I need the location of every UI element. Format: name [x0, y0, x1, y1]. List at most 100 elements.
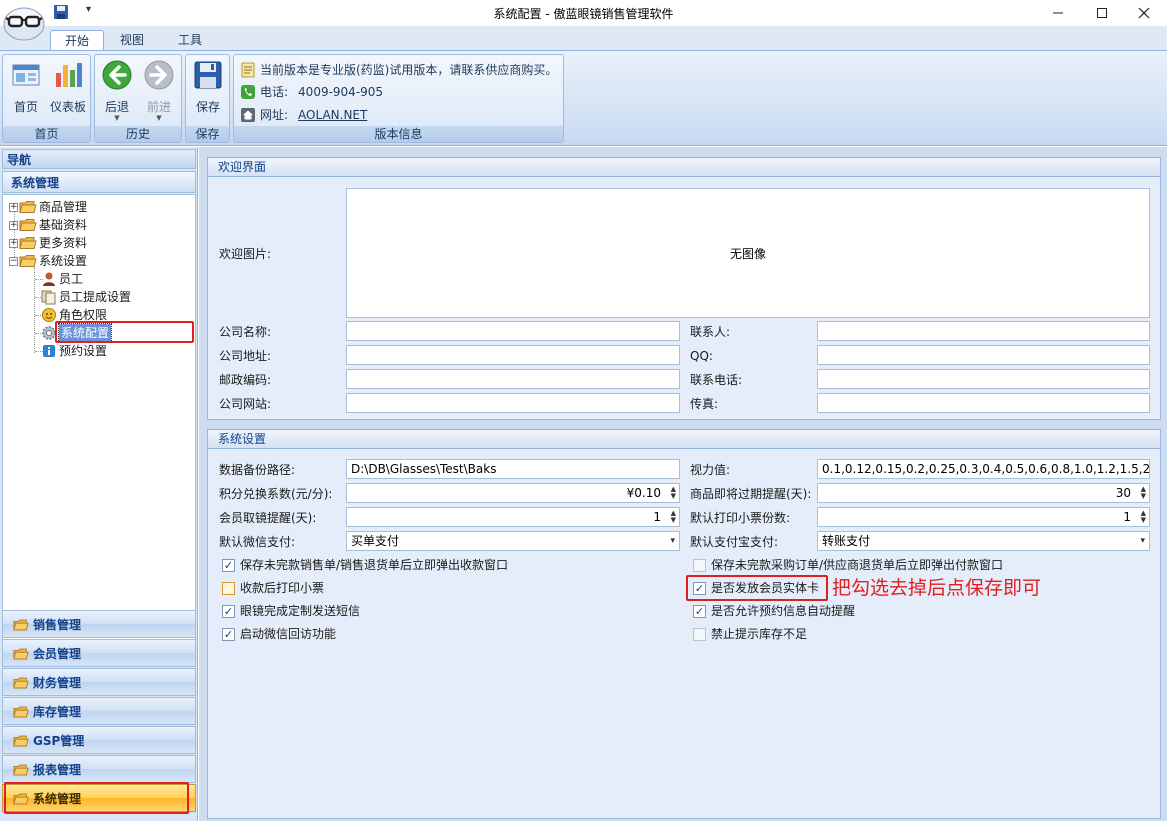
document-stack-icon — [41, 290, 56, 305]
alipay-label: 默认支付宝支付: — [690, 535, 779, 549]
tree-item-basic[interactable]: + 基础资料 — [9, 216, 87, 234]
checkbox-save-unfinished-sales[interactable]: ✓ 保存未完款销售单/销售退货单后立即弹出收款窗口 — [222, 556, 508, 574]
folder-icon — [13, 648, 29, 660]
welcome-image-label: 欢迎图片: — [219, 247, 272, 261]
version-phone: 电话: 4009-904-905 — [240, 82, 383, 102]
save-button[interactable]: 保存 — [188, 59, 228, 123]
nav-button-stock[interactable]: 库存管理 — [2, 697, 196, 725]
company-name-input[interactable] — [346, 321, 680, 341]
expand-icon[interactable]: + — [9, 220, 18, 230]
folder-open-icon — [19, 255, 37, 267]
nav-button-finance[interactable]: 财务管理 — [2, 668, 196, 696]
highlight-box-sysconfig — [55, 321, 194, 343]
tree-item-settings[interactable]: − 系统设置 — [9, 252, 87, 270]
checkbox-sms-on-completion[interactable]: ✓ 眼镜完成定制发送短信 — [222, 602, 360, 620]
navigation-pane: 导航 系统管理 + 商品管理 + 基础资料 + 更多资料 − 系统设置 员工 员… — [0, 147, 198, 821]
app-logo-icon[interactable] — [2, 2, 46, 42]
nav-tree: + 商品管理 + 基础资料 + 更多资料 − 系统设置 员工 员工提成设置 角色… — [2, 194, 196, 648]
tab-tools[interactable]: 工具 — [164, 30, 216, 50]
checkbox-mark[interactable]: ✓ — [693, 604, 706, 618]
info-icon — [43, 345, 55, 357]
tree-item-employee[interactable]: 员工 — [41, 270, 83, 288]
ribbon-group-history: 后退 ▼ 前进 ▼ 历史 — [94, 54, 182, 143]
collapse-icon[interactable]: − — [9, 256, 18, 266]
title-bar: ▾ 系统配置 - 傲蓝眼镜销售管理软件 — [0, 0, 1167, 26]
highlight-box-member-card — [686, 575, 828, 601]
nav-button-report[interactable]: 报表管理 — [2, 755, 196, 783]
checkbox-save-unfinished-purchase[interactable]: 保存未完款采购订单/供应商退货单后立即弹出付款窗口 — [693, 556, 1003, 574]
close-button[interactable] — [1121, 0, 1167, 26]
maximize-button[interactable] — [1079, 0, 1125, 26]
wechat-pay-select[interactable]: 买单支付 ▾ — [346, 531, 680, 551]
folder-icon — [13, 677, 29, 689]
checkbox-mark[interactable]: ✓ — [222, 627, 235, 641]
backup-path-input[interactable]: D:\DB\Glasses\Test\Baks — [346, 459, 680, 479]
vision-input[interactable]: 0.1,0.12,0.15,0.2,0.25,0.3,0.4,0.5,0.6,0… — [817, 459, 1150, 479]
tree-item-goods[interactable]: + 商品管理 — [9, 198, 87, 216]
tree-item-more[interactable]: + 更多资料 — [9, 234, 87, 252]
spin-arrows-icon[interactable]: ▲ ▼ — [1141, 486, 1146, 500]
nav-button-sales[interactable]: 销售管理 — [2, 610, 196, 638]
checkbox-mark[interactable] — [222, 581, 235, 595]
nav-header: 导航 — [2, 149, 196, 169]
checkbox-allow-booking-reminder[interactable]: ✓ 是否允许预约信息自动提醒 — [693, 602, 855, 620]
dropdown-arrow-icon[interactable]: ▾ — [670, 532, 675, 550]
receipt-copies-input[interactable]: 1 ▲ ▼ — [817, 507, 1150, 527]
checkbox-disable-stock-warning[interactable]: 禁止提示库存不足 — [693, 625, 807, 643]
ribbon-tab-row: 开始 视图 工具 — [0, 26, 1167, 50]
tree-item-booking[interactable]: 预约设置 — [41, 342, 107, 360]
qq-input[interactable] — [817, 345, 1150, 365]
ribbon-group-home: 首页 仪表板 首页 — [2, 54, 91, 143]
alipay-select[interactable]: 转账支付 ▾ — [817, 531, 1150, 551]
expiry-label: 商品即将过期提醒(天): — [690, 487, 812, 501]
website-link[interactable]: AOLAN.NET — [298, 105, 367, 125]
forward-button[interactable]: 前进 ▼ — [139, 59, 179, 123]
pickup-reminder-input[interactable]: 1 ▲ ▼ — [346, 507, 680, 527]
checkbox-mark[interactable]: ✓ — [222, 604, 235, 618]
welcome-image-box[interactable]: 无图像 — [346, 188, 1150, 318]
postcode-input[interactable] — [346, 369, 680, 389]
contact-label: 联系人: — [690, 325, 731, 339]
dashboard-button[interactable]: 仪表板 — [48, 59, 88, 123]
home-icon — [12, 64, 40, 86]
tab-view[interactable]: 视图 — [106, 30, 158, 50]
checkbox-mark[interactable] — [693, 627, 706, 641]
note-icon — [241, 62, 255, 78]
phone-icon — [241, 85, 255, 99]
fax-input[interactable] — [817, 393, 1150, 413]
expand-icon[interactable]: + — [9, 238, 18, 248]
company-address-label: 公司地址: — [219, 349, 272, 363]
receipt-copies-label: 默认打印小票份数: — [690, 511, 791, 525]
folder-icon — [19, 219, 37, 231]
user-icon — [43, 272, 55, 286]
nav-button-gsp[interactable]: GSP管理 — [2, 726, 196, 754]
expiry-input[interactable]: 30 ▲ ▼ — [817, 483, 1150, 503]
checkbox-wechat-revisit[interactable]: ✓ 启动微信回访功能 — [222, 625, 336, 643]
contact-phone-input[interactable] — [817, 369, 1150, 389]
minimize-button[interactable] — [1035, 0, 1081, 26]
points-ratio-input[interactable]: ¥0.10 ▲ ▼ — [346, 483, 680, 503]
dropdown-arrow-icon[interactable]: ▾ — [1140, 532, 1145, 550]
spin-arrows-icon[interactable]: ▲ ▼ — [671, 510, 676, 524]
back-arrow-icon — [102, 60, 132, 90]
ribbon: 首页 仪表板 首页 后退 ▼ 前进 ▼ 历史 保存 保存 当前版本是专业版(药监… — [0, 50, 1167, 146]
back-button[interactable]: 后退 ▼ — [97, 59, 137, 123]
ribbon-group-version-label: 版本信息 — [234, 126, 563, 142]
fax-label: 传真: — [690, 397, 719, 411]
spin-arrows-icon[interactable]: ▲ ▼ — [1141, 510, 1146, 524]
company-address-input[interactable] — [346, 345, 680, 365]
nav-button-member[interactable]: 会员管理 — [2, 639, 196, 667]
spin-arrows-icon[interactable]: ▲ ▼ — [671, 486, 676, 500]
checkbox-mark[interactable]: ✓ — [222, 558, 235, 572]
ribbon-group-save-label: 保存 — [186, 126, 229, 142]
home-button[interactable]: 首页 — [6, 59, 46, 123]
contact-input[interactable] — [817, 321, 1150, 341]
folder-icon — [13, 706, 29, 718]
tree-item-commission[interactable]: 员工提成设置 — [41, 288, 131, 306]
checkbox-print-after-payment[interactable]: 收款后打印小票 — [222, 579, 324, 597]
floppy-icon — [194, 61, 222, 89]
tab-home[interactable]: 开始 — [50, 30, 105, 50]
company-website-input[interactable] — [346, 393, 680, 413]
expand-icon[interactable]: + — [9, 202, 18, 212]
checkbox-mark[interactable] — [693, 558, 706, 572]
